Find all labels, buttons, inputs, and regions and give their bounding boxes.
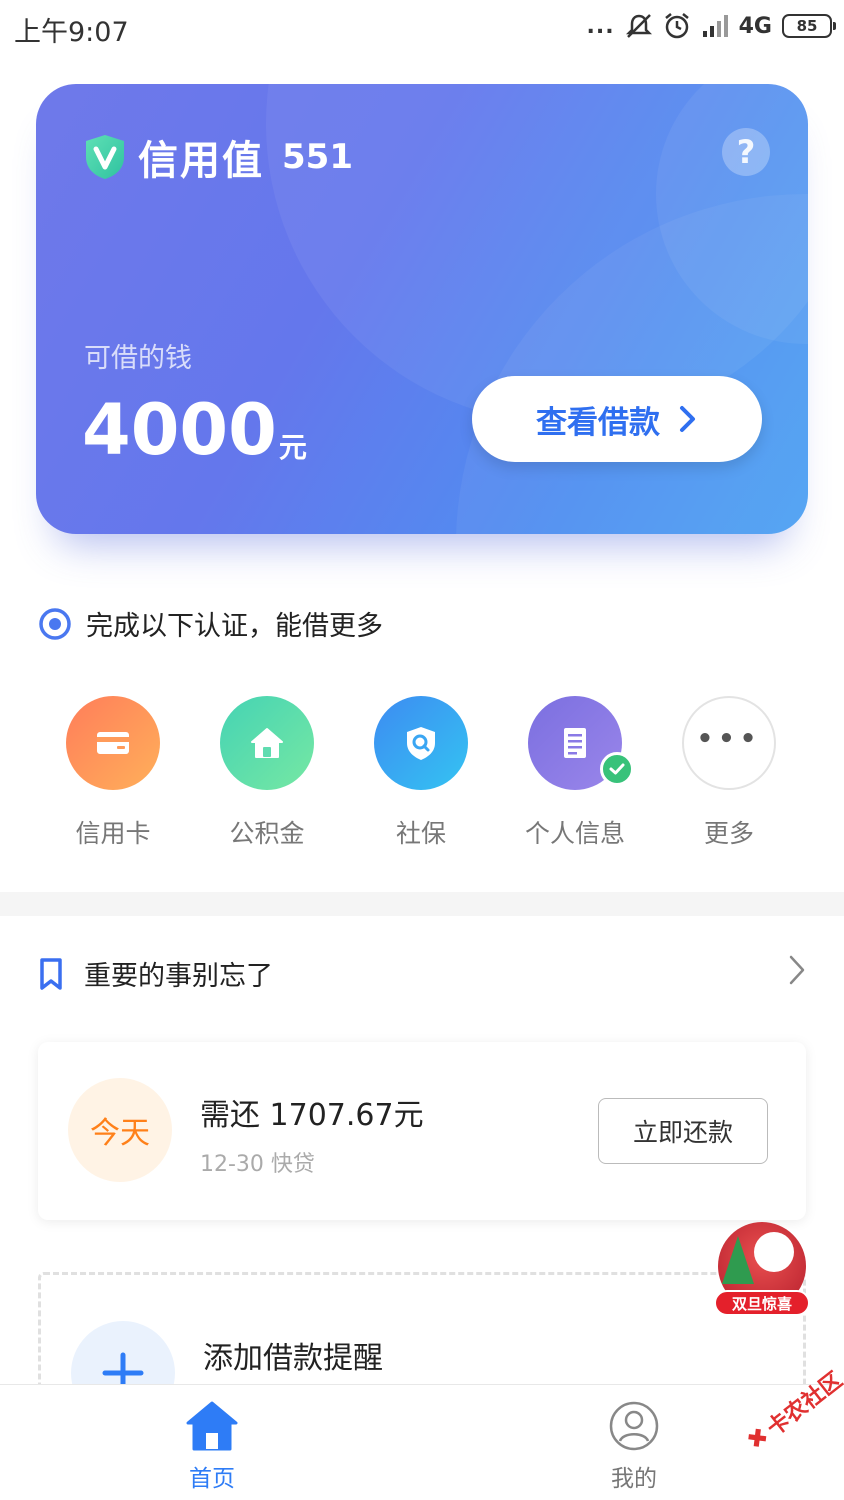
- credit-score: 551: [282, 137, 353, 177]
- certification-hint-text: 完成以下认证，能借更多: [86, 611, 383, 642]
- reminders-title: 重要的事别忘了: [84, 961, 273, 992]
- section-divider: [0, 892, 844, 916]
- network-type: 4G: [738, 13, 772, 39]
- cert-item-label: 公积金: [229, 819, 305, 848]
- cert-item-social-security[interactable]: 社保: [344, 696, 498, 850]
- repay-now-button[interactable]: 立即还款: [598, 1098, 768, 1164]
- repay-amount: 需还 1707.67元: [200, 1098, 424, 1133]
- notification-dots-icon: ...: [586, 13, 615, 39]
- battery-icon: 85: [782, 14, 836, 38]
- cert-item-credit-card[interactable]: 信用卡: [36, 696, 190, 850]
- certification-items: 信用卡 公积金 社保 个人信息 ••• 更多: [36, 696, 808, 850]
- repay-date-product: 12-30 快贷: [200, 1152, 315, 1177]
- today-badge: 今天: [68, 1078, 172, 1182]
- available-amount-value: 4000: [82, 389, 277, 471]
- target-icon: [39, 607, 71, 640]
- status-bar: 上午9:07 ... 4G 85: [0, 0, 844, 60]
- nav-home-label: 首页: [189, 1466, 235, 1492]
- card-title: 信用值: [138, 138, 264, 184]
- credit-card-icon: [66, 696, 160, 790]
- more-icon: •••: [682, 696, 776, 790]
- cert-item-label: 社保: [395, 819, 446, 848]
- help-button[interactable]: ?: [722, 128, 770, 176]
- credit-summary-card: 信用值 551 ? 可借的钱 4000 元 查看借款: [36, 84, 808, 534]
- cert-item-personal-info[interactable]: 个人信息: [498, 696, 652, 850]
- chevron-right-icon: [789, 955, 805, 985]
- status-time: 上午9:07: [14, 17, 129, 48]
- shield-search-icon: [374, 696, 468, 790]
- cert-item-label: 更多: [703, 819, 754, 848]
- nav-mine-label: 我的: [611, 1466, 657, 1492]
- promo-label: 双旦惊喜: [714, 1290, 810, 1316]
- user-icon: [609, 1401, 659, 1451]
- bottom-navigation: 首页 我的: [0, 1384, 844, 1500]
- available-amount-unit: 元: [278, 431, 307, 464]
- bookmark-icon: [40, 957, 62, 990]
- chevron-right-icon: [680, 406, 695, 432]
- certification-hint: 完成以下认证，能借更多: [38, 604, 383, 643]
- cert-item-label: 信用卡: [75, 819, 151, 848]
- christmas-tree-icon: [722, 1236, 754, 1284]
- verified-check-icon: [600, 752, 634, 786]
- status-icons: ... 4G 85: [586, 12, 836, 40]
- house-icon: [220, 696, 314, 790]
- cert-item-label: 个人信息: [524, 819, 625, 848]
- repayment-card: 今天 需还 1707.67元 12-30 快贷 立即还款: [38, 1042, 806, 1220]
- snowman-icon: [754, 1232, 794, 1272]
- view-loan-button-label: 查看借款: [536, 404, 660, 441]
- view-loan-button[interactable]: 查看借款: [472, 376, 762, 462]
- nav-mine[interactable]: 我的: [574, 1399, 694, 1493]
- alarm-icon: [664, 13, 689, 39]
- shield-v-logo-icon: [86, 135, 124, 179]
- available-amount: 4000 元: [82, 390, 307, 470]
- document-icon: [528, 696, 634, 790]
- cert-item-more[interactable]: ••• 更多: [652, 696, 806, 850]
- home-icon: [186, 1401, 238, 1451]
- reminders-header[interactable]: 重要的事别忘了: [38, 954, 810, 993]
- cert-item-housing-fund[interactable]: 公积金: [190, 696, 344, 850]
- nav-home[interactable]: 首页: [152, 1399, 272, 1493]
- add-reminder-label: 添加借款提醒: [203, 1341, 383, 1376]
- signal-icon: [702, 15, 728, 37]
- card-title-row: 信用值 551: [84, 128, 353, 186]
- promo-floating-badge[interactable]: 双旦惊喜: [712, 1218, 812, 1316]
- available-label: 可借的钱: [84, 343, 192, 374]
- more-dots: •••: [696, 724, 762, 754]
- mute-icon: [625, 14, 652, 38]
